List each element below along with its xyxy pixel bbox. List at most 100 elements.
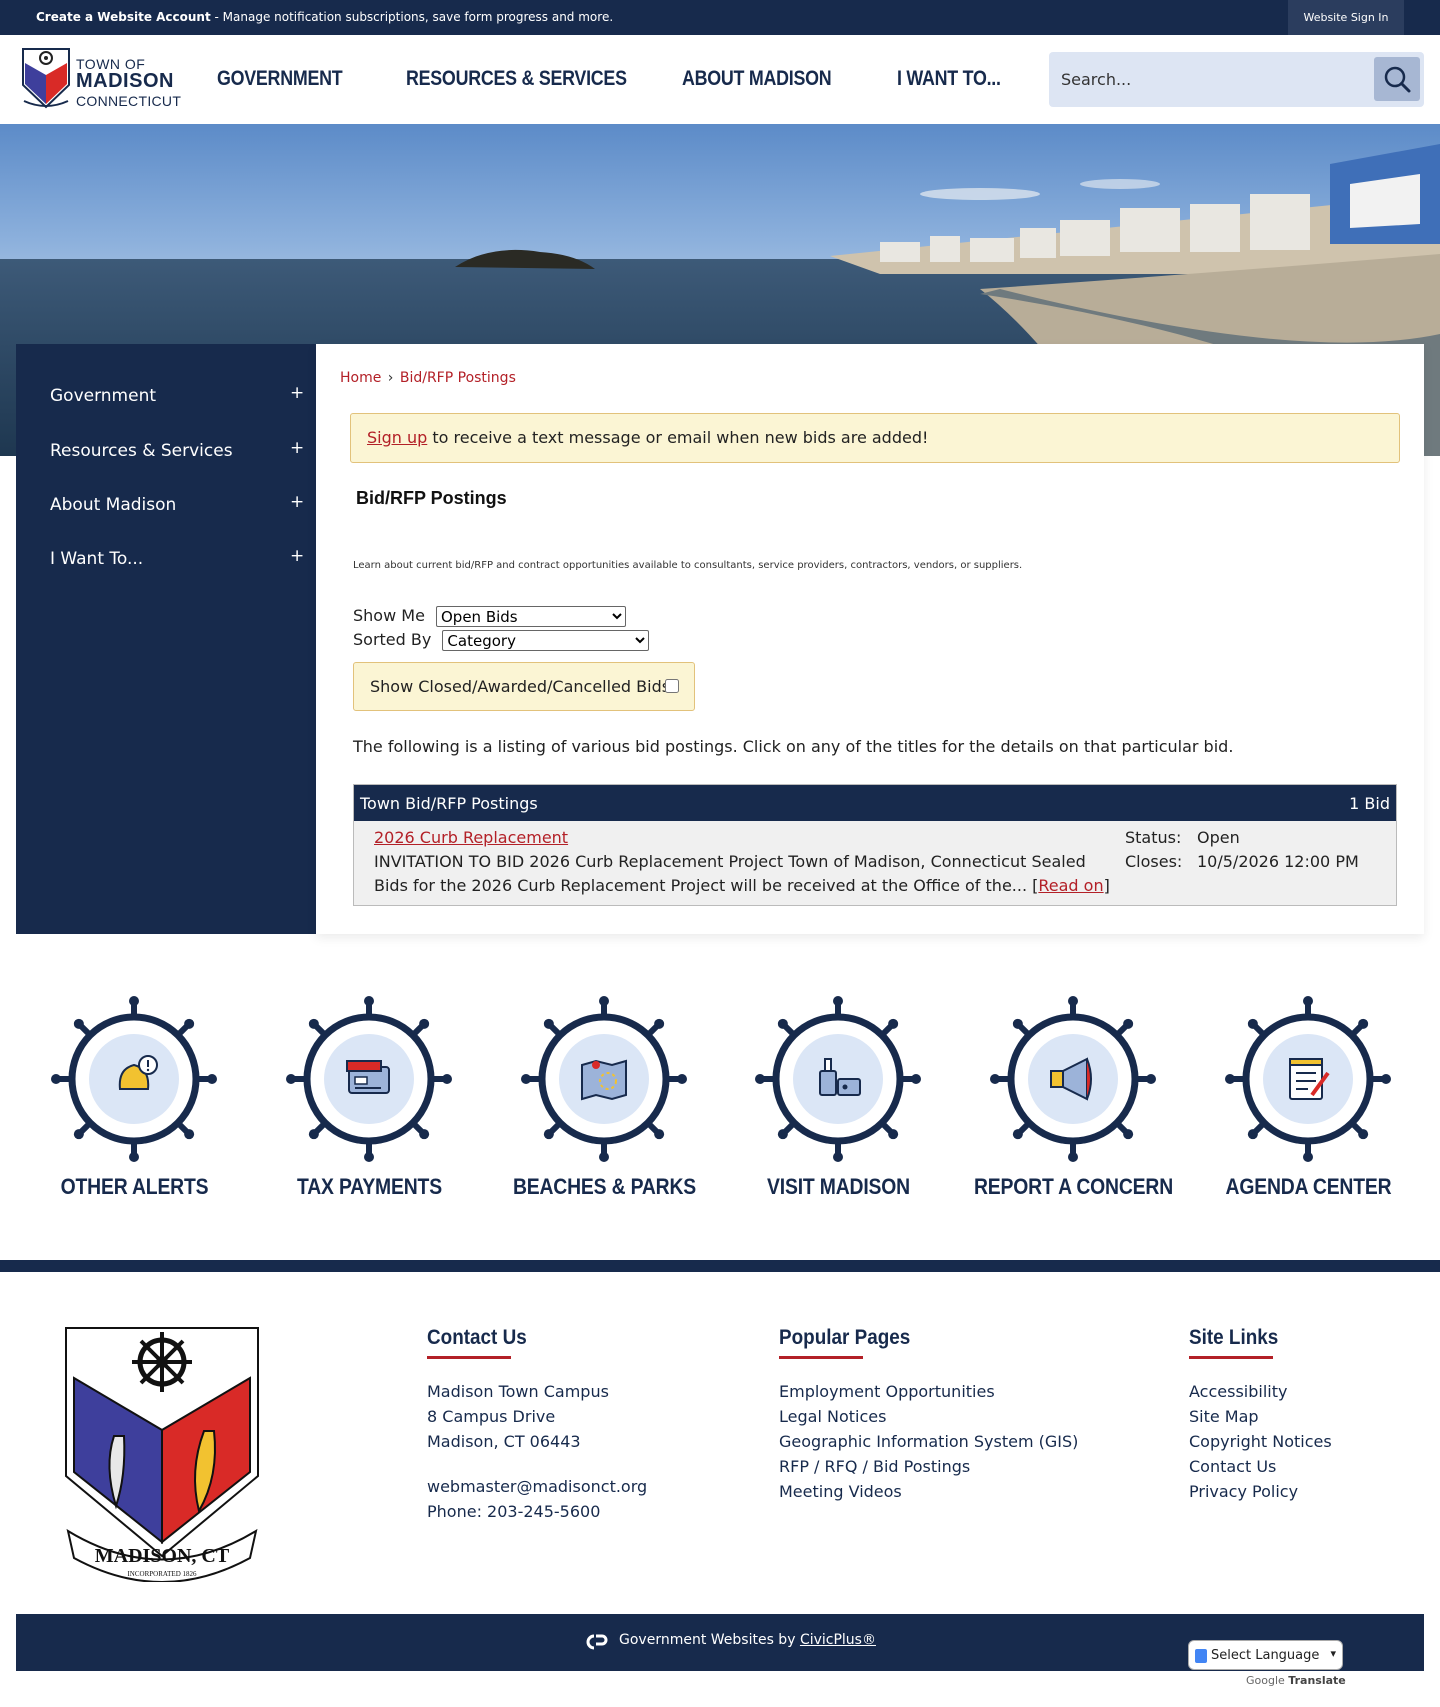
alert-text: to receive a text message or email when … — [427, 428, 929, 447]
bid-table: Town Bid/RFP Postings 1 Bid 2026 Curb Re… — [353, 784, 1397, 906]
sidebar-item-about-madison[interactable]: About Madison + — [16, 478, 316, 532]
footer-popular-pages: Popular Pages Employment Opportunities L… — [779, 1326, 1078, 1504]
sorted-by-row: Sorted By Category — [353, 630, 650, 651]
contact-campus: Madison Town Campus — [427, 1382, 609, 1401]
sign-up-link[interactable]: Sign up — [367, 428, 427, 447]
site-logo[interactable]: TOWN OF MADISON CONNECTICUT — [20, 45, 181, 113]
footer-link[interactable]: Employment Opportunities — [779, 1379, 1078, 1404]
quick-link-report-a-concern[interactable]: REPORT A CONCERN — [956, 996, 1191, 1206]
top-bar: Create a Website Account - Manage notifi… — [0, 0, 1440, 35]
sorted-by-label: Sorted By — [353, 630, 432, 649]
create-account-link[interactable]: Create a Website Account — [36, 10, 211, 24]
footer-link[interactable]: Legal Notices — [779, 1404, 1078, 1429]
footer-link[interactable]: Privacy Policy — [1189, 1479, 1332, 1504]
page-title: Bid/RFP Postings — [356, 488, 507, 508]
site-header: TOWN OF MADISON CONNECTICUT GOVERNMENT R… — [0, 35, 1440, 124]
quick-link-visit-madison[interactable]: VISIT MADISON — [721, 996, 956, 1206]
account-message-text: - Manage notification subscriptions, sav… — [210, 10, 614, 24]
bid-summary-text: INVITATION TO BID 2026 Curb Replacement … — [374, 852, 1086, 895]
language-select[interactable]: Select Language ▾ — [1188, 1640, 1343, 1670]
quick-link-beaches-parks[interactable]: BEACHES & PARKS — [487, 996, 722, 1206]
closes-value: 10/5/2026 12:00 PM — [1197, 852, 1359, 871]
status-label: Status: — [1125, 828, 1182, 847]
table-row: 2026 Curb Replacement INVITATION TO BID … — [354, 821, 1396, 905]
bid-summary: INVITATION TO BID 2026 Curb Replacement … — [374, 852, 1110, 895]
logo-line-3: CONNECTICUT — [76, 93, 182, 109]
contact-street: 8 Campus Drive — [427, 1407, 556, 1426]
heading-underline — [779, 1356, 863, 1359]
footer-link[interactable]: Meeting Videos — [779, 1479, 1078, 1504]
seal-text: MADISON, CT — [95, 1545, 230, 1567]
contact-heading: Contact Us — [427, 1326, 527, 1349]
search-icon — [1384, 66, 1411, 93]
expand-icon[interactable]: + — [290, 546, 304, 566]
heading-underline — [427, 1356, 511, 1359]
sidebar-item-label: Resources & Services — [50, 441, 233, 461]
contact-email-link[interactable]: webmaster@madisonct.org — [427, 1474, 647, 1499]
contact-city: Madison, CT 06443 — [427, 1432, 581, 1451]
footer-link[interactable]: Geographic Information System (GIS) — [779, 1429, 1078, 1454]
search-input[interactable] — [1061, 64, 1361, 94]
quick-link-agenda-center[interactable]: AGENDA CENTER — [1191, 996, 1426, 1206]
google-translate-icon — [1195, 1649, 1207, 1663]
sidebar-nav: Government + Resources & Services + Abou… — [16, 344, 316, 934]
footer-link[interactable]: Contact Us — [1189, 1454, 1332, 1479]
sidebar-item-government[interactable]: Government + — [16, 369, 316, 423]
civicplus-icon — [586, 1634, 608, 1650]
footer-divider — [0, 1260, 1440, 1272]
expand-icon[interactable]: + — [290, 492, 304, 512]
sign-in-button[interactable]: Website Sign In — [1288, 0, 1404, 35]
nav-resources-services[interactable]: RESOURCES & SERVICES — [406, 67, 627, 91]
footer-link[interactable]: RFP / RFQ / Bid Postings — [779, 1454, 1078, 1479]
breadcrumb-home[interactable]: Home — [340, 370, 381, 386]
expand-icon[interactable]: + — [290, 438, 304, 458]
show-me-label: Show Me — [353, 606, 425, 625]
listing-intro: The following is a listing of various bi… — [353, 737, 1234, 756]
search-button[interactable] — [1374, 57, 1420, 101]
expand-icon[interactable]: + — [290, 383, 304, 403]
bid-meta: Status: Open Closes: 10/5/2026 12:00 PM — [1125, 826, 1359, 874]
bid-title-link[interactable]: 2026 Curb Replacement — [374, 826, 568, 850]
nav-about-madison[interactable]: ABOUT MADISON — [682, 67, 832, 91]
quick-link-label: VISIT MADISON — [767, 1174, 910, 1199]
map-icon — [521, 996, 687, 1162]
town-seal-icon: MADISON, CT INCORPORATED 1826 — [65, 1327, 259, 1582]
breadcrumb-separator: › — [387, 370, 394, 386]
quick-link-tax-payments[interactable]: TAX PAYMENTS — [252, 996, 487, 1206]
sidebar-item-resources-services[interactable]: Resources & Services + — [16, 424, 316, 478]
footer-link[interactable]: Copyright Notices — [1189, 1429, 1332, 1454]
closes-label: Closes: — [1125, 852, 1183, 871]
nav-government[interactable]: GOVERNMENT — [217, 67, 343, 91]
sidebar-item-label: Government — [50, 386, 157, 406]
language-select-label: Select Language — [1211, 1648, 1320, 1663]
bid-table-header: Town Bid/RFP Postings 1 Bid — [354, 785, 1396, 821]
powered-by-google: Google Translate — [1246, 1674, 1346, 1687]
logo-line-2: MADISON — [76, 70, 174, 92]
show-closed-checkbox[interactable] — [665, 679, 679, 693]
bid-count: 1 Bid — [1349, 794, 1390, 813]
credit-text: Government Websites by CivicPlus® — [619, 1632, 876, 1648]
megaphone-icon — [990, 996, 1156, 1162]
quick-link-other-alerts[interactable]: OTHER ALERTS — [17, 996, 252, 1206]
show-me-row: Show Me Open Bids — [353, 606, 626, 627]
footer-link[interactable]: Accessibility — [1189, 1379, 1332, 1404]
breadcrumb-current[interactable]: Bid/RFP Postings — [400, 370, 516, 386]
sorted-by-select[interactable]: Category — [442, 630, 650, 651]
footer-site-links: Site Links Accessibility Site Map Copyri… — [1189, 1326, 1332, 1504]
heading-underline — [1189, 1356, 1273, 1359]
luggage-icon — [755, 996, 921, 1162]
read-on-link[interactable]: Read on — [1038, 876, 1103, 895]
nav-i-want-to[interactable]: I WANT TO... — [897, 67, 1001, 91]
breadcrumb: Home › Bid/RFP Postings — [340, 370, 516, 386]
civicplus-link[interactable]: CivicPlus® — [800, 1632, 876, 1648]
page-description: Learn about current bid/RFP and contract… — [353, 560, 1023, 571]
quick-link-label: REPORT A CONCERN — [973, 1174, 1174, 1199]
show-me-select[interactable]: Open Bids — [436, 606, 626, 627]
notepad-icon — [1225, 996, 1391, 1162]
contact-phone: Phone: 203-245-5600 — [427, 1502, 601, 1521]
bell-alert-icon — [51, 996, 217, 1162]
footer-link[interactable]: Site Map — [1189, 1404, 1332, 1429]
sidebar-item-i-want-to[interactable]: I Want To... + — [16, 532, 316, 586]
seal-subtext: INCORPORATED 1826 — [127, 1570, 197, 1578]
quick-link-label: OTHER ALERTS — [60, 1174, 209, 1199]
